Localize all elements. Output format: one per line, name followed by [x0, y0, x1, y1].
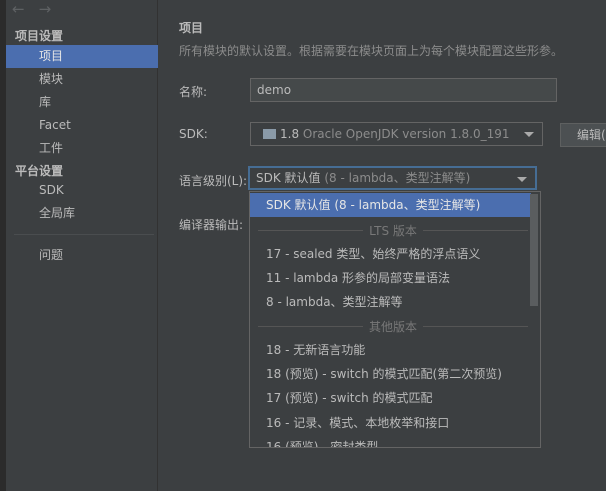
- option-16[interactable]: 16 - 记录、模式、本地枚举和接口: [250, 411, 531, 435]
- divider: [14, 234, 154, 235]
- sdk-label: SDK:: [179, 127, 208, 141]
- chevron-down-icon: [517, 177, 527, 182]
- option-11[interactable]: 11 - lambda 形参的局部变量语法: [250, 266, 531, 290]
- sidebar: ← → 项目设置 项目 模块 库 Facet 工件 平台设置 SDK 全局库 问题: [6, 0, 158, 491]
- forward-arrow-icon[interactable]: →: [39, 0, 52, 20]
- name-label: 名称:: [179, 85, 208, 99]
- compiler-output-label: 编译器输出:: [179, 218, 244, 232]
- option-sdk-default[interactable]: SDK 默认值 (8 - lambda、类型注解等): [250, 193, 531, 217]
- edit-button[interactable]: 编辑(: [560, 123, 606, 147]
- lts-header: LTS 版本: [258, 222, 529, 238]
- sidebar-item-modules[interactable]: 模块: [6, 68, 158, 91]
- other-header: 其他版本: [258, 318, 529, 334]
- chevron-down-icon: [524, 132, 534, 137]
- page-title: 项目: [179, 21, 204, 35]
- back-arrow-icon[interactable]: ←: [12, 0, 25, 20]
- sidebar-item-artifacts[interactable]: 工件: [6, 137, 158, 160]
- language-level-detail: (8 - lambda、类型注解等): [324, 171, 471, 185]
- page-description: 所有模块的默认设置。根据需要在模块页面上为每个模块配置这些形参。: [179, 44, 564, 58]
- option-17[interactable]: 17 - sealed 类型、始终严格的浮点语义: [250, 242, 531, 266]
- scrollbar-thumb[interactable]: [530, 194, 538, 306]
- language-level-label: 语言级别(L):: [179, 174, 248, 188]
- group-platform-settings: 平台设置: [15, 164, 64, 178]
- sidebar-item-problems[interactable]: 问题: [6, 244, 158, 267]
- name-input[interactable]: demo: [250, 78, 557, 102]
- sdk-version: 1.8: [280, 127, 300, 141]
- sidebar-item-project[interactable]: 项目: [6, 45, 158, 68]
- language-level-value: SDK 默认值: [256, 171, 321, 185]
- sdk-dropdown[interactable]: 1.8 Oracle OpenJDK version 1.8.0_191: [250, 122, 543, 146]
- option-16-preview[interactable]: 16 (预览) - 密封类型: [250, 435, 531, 447]
- sidebar-item-global-libraries[interactable]: 全局库: [6, 202, 158, 225]
- folder-icon: [263, 129, 276, 139]
- option-18[interactable]: 18 - 无新语言功能: [250, 338, 531, 362]
- sidebar-item-sdk[interactable]: SDK: [6, 179, 158, 202]
- language-level-popup: SDK 默认值 (8 - lambda、类型注解等) LTS 版本 17 - s…: [249, 191, 541, 448]
- option-18-preview[interactable]: 18 (预览) - switch 的模式匹配(第二次预览): [250, 362, 531, 386]
- sidebar-item-facet[interactable]: Facet: [6, 114, 158, 137]
- option-17-preview[interactable]: 17 (预览) - switch 的模式匹配: [250, 386, 531, 410]
- sidebar-item-libraries[interactable]: 库: [6, 91, 158, 114]
- option-8[interactable]: 8 - lambda、类型注解等: [250, 290, 531, 314]
- group-project-settings: 项目设置: [15, 29, 64, 43]
- sdk-detail: Oracle OpenJDK version 1.8.0_191: [302, 127, 510, 141]
- language-level-dropdown[interactable]: SDK 默认值 (8 - lambda、类型注解等): [248, 166, 537, 190]
